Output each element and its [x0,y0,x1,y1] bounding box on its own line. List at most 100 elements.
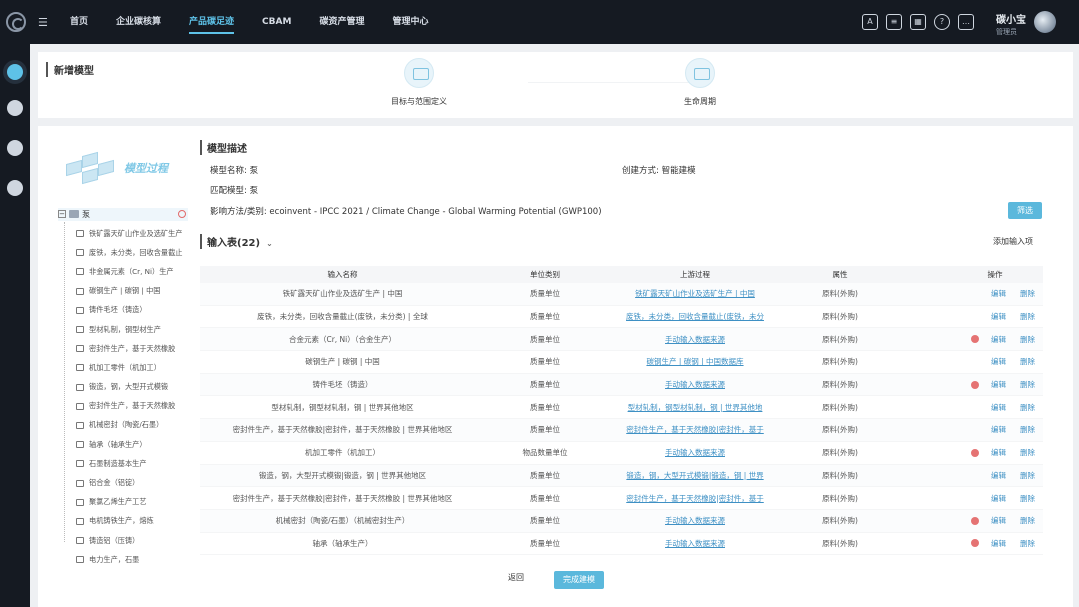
help-icon[interactable]: ? [934,14,950,30]
delete-button[interactable]: 删除 [1020,379,1035,390]
menu-toggle-icon[interactable]: ☰ [38,16,48,29]
cell-upstream-link[interactable]: 密封件生产，基于天然橡胶|密封件，基于 [605,424,785,435]
tree-item[interactable]: 锻造，钢，大型开式模锻 [76,378,186,397]
tree-item[interactable]: 机加工零件（机加工） [76,358,186,377]
cell-upstream-link[interactable]: 手动输入数据来源 [605,379,785,390]
cell-attr: 原料(外购) [822,516,858,526]
page-title: 新增模型 [46,62,94,77]
cell-upstream-link[interactable]: 手动输入数据来源 [605,334,785,345]
tree-item[interactable]: 电力生产，石墨 [76,550,186,569]
filter-button[interactable]: 筛选 [1008,202,1042,219]
nav-item-product-footprint[interactable]: 产品碳足迹 [179,0,244,44]
avatar[interactable] [1034,11,1056,33]
delete-button[interactable]: 删除 [1020,311,1035,322]
process-icon [76,249,84,257]
leaf-icon[interactable] [7,100,23,116]
edit-button[interactable]: 编辑 [991,424,1006,435]
cell-name: 碳钢生产 | 碳钢 | 中国 [305,357,380,367]
cell-unit: 质量单位 [530,470,560,480]
edit-button[interactable]: 编辑 [991,356,1006,367]
tree-item[interactable]: 密封件生产，基于天然橡胶 [76,397,186,416]
tree-item[interactable]: 铸造铝（压铸） [76,531,186,550]
tree-item[interactable]: 轴承（轴承生产） [76,435,186,454]
delete-button[interactable]: 删除 [1020,470,1035,481]
delete-button[interactable]: 删除 [1020,334,1035,345]
cell-upstream-link[interactable]: 型材轧制，钢型材轧制，钢 | 世界其他地 [605,402,785,413]
tree-item[interactable]: 非金属元素（Cr, Ni）生产 [76,262,186,281]
nav-item-management[interactable]: 管理中心 [382,0,438,44]
step-lifecycle-label: 生命周期 [684,97,716,106]
pie-chart-icon[interactable] [7,140,23,156]
tree-item[interactable]: 机械密封（陶瓷/石墨） [76,416,186,435]
chevron-down-icon[interactable]: ⌄ [266,239,273,248]
process-icon [76,479,84,487]
cell-upstream-link[interactable]: 密封件生产，基于天然橡胶|密封件，基于 [605,493,785,504]
cell-upstream-link[interactable]: 手动输入数据来源 [605,538,785,549]
delete-button[interactable]: 删除 [1020,402,1035,413]
tree-item[interactable]: 型材轧制，钢型材生产 [76,320,186,339]
edit-button[interactable]: 编辑 [991,334,1006,345]
edit-button[interactable]: 编辑 [991,493,1006,504]
message-icon[interactable]: … [958,14,974,30]
tree-item[interactable]: 密封件生产，基于天然橡胶 [76,339,186,358]
edit-button[interactable]: 编辑 [991,311,1006,322]
edit-button[interactable]: 编辑 [991,379,1006,390]
cell-upstream-link[interactable]: 废铁，未分类，回收含量截止(废铁，未分 [605,311,785,322]
tree-item[interactable]: 铁矿露天矿山作业及选矿生产 [76,224,186,243]
left-sidebar [0,44,30,607]
delete-button[interactable]: 删除 [1020,356,1035,367]
add-input-button[interactable]: 添加输入项 [993,236,1033,247]
step-goal-scope[interactable]: 目标与范围定义 [359,58,479,107]
cubes-illustration-icon [66,151,118,186]
user-info[interactable]: 碳小宝 管理员 [996,11,1026,37]
step-lifecycle[interactable]: 生命周期 [640,58,760,107]
cell-upstream-link[interactable]: 碳钢生产 | 碳钢 | 中国数据库 [605,356,785,367]
cell-attr: 原料(外购) [822,470,858,480]
cell-unit: 质量单位 [530,538,560,548]
cell-unit: 质量单位 [530,516,560,526]
nav-item-cbam[interactable]: CBAM [252,0,301,44]
tree-item[interactable]: 电机铸铁生产，熔炼 [76,512,186,531]
user-name: 碳小宝 [996,15,1026,26]
nav-item-enterprise-accounting[interactable]: 企业碳核算 [106,0,171,44]
delete-button[interactable]: 删除 [1020,424,1035,435]
cell-name: 轴承（轴承生产） [312,538,373,548]
ai-icon[interactable]: ≡ [886,14,902,30]
edit-button[interactable]: 编辑 [991,402,1006,413]
delete-button[interactable]: 删除 [1020,288,1035,299]
edit-button[interactable]: 编辑 [991,447,1006,458]
collapse-icon[interactable]: − [58,210,66,218]
cell-upstream-link[interactable]: 铁矿露天矿山作业及选矿生产 | 中国 [605,288,785,299]
nav-item-home[interactable]: 首页 [60,0,98,44]
app-logo-icon[interactable] [6,12,26,32]
tree-item[interactable]: 废铁，未分类，回收含量截止 [76,243,186,262]
delete-button[interactable]: 删除 [1020,447,1035,458]
cell-upstream-link[interactable]: 手动输入数据来源 [605,515,785,526]
translate-icon[interactable]: A [862,14,878,30]
tree-item[interactable]: 铸件毛坯（铸造） [76,301,186,320]
tree-item[interactable]: 石墨制造基本生产 [76,454,186,473]
qrcode-icon[interactable]: ▦ [910,14,926,30]
cell-upstream-link[interactable]: 手动输入数据来源 [605,447,785,458]
tree-root[interactable]: − 泵 [58,208,188,221]
process-icon [76,537,84,545]
inputs-title[interactable]: 输入表(22) ⌄ [200,234,273,249]
tree-item[interactable]: 碳钢生产 | 碳钢 | 中国 [76,282,186,301]
edit-button[interactable]: 编辑 [991,288,1006,299]
delete-button[interactable]: 删除 [1020,515,1035,526]
table-row: 碳钢生产 | 碳钢 | 中国 质量单位 碳钢生产 | 碳钢 | 中国数据库 原料(外购… [200,351,1043,374]
tree-item[interactable]: 聚氯乙烯生产工艺 [76,493,186,512]
delete-button[interactable]: 删除 [1020,493,1035,504]
delete-button[interactable]: 删除 [1020,538,1035,549]
database-icon[interactable] [7,180,23,196]
back-button[interactable]: 返回 [508,572,524,583]
finish-model-button[interactable]: 完成建模 [554,571,604,589]
edit-button[interactable]: 编辑 [991,538,1006,549]
warning-dot-icon [971,335,979,344]
edit-button[interactable]: 编辑 [991,470,1006,481]
footprint-icon[interactable] [7,64,23,80]
nav-item-carbon-assets[interactable]: 碳资产管理 [309,0,374,44]
edit-button[interactable]: 编辑 [991,515,1006,526]
tree-item[interactable]: 铝合金（铝锭） [76,473,186,492]
cell-upstream-link[interactable]: 锻造，钢，大型开式模锻|锻造，钢 | 世界 [605,470,785,481]
